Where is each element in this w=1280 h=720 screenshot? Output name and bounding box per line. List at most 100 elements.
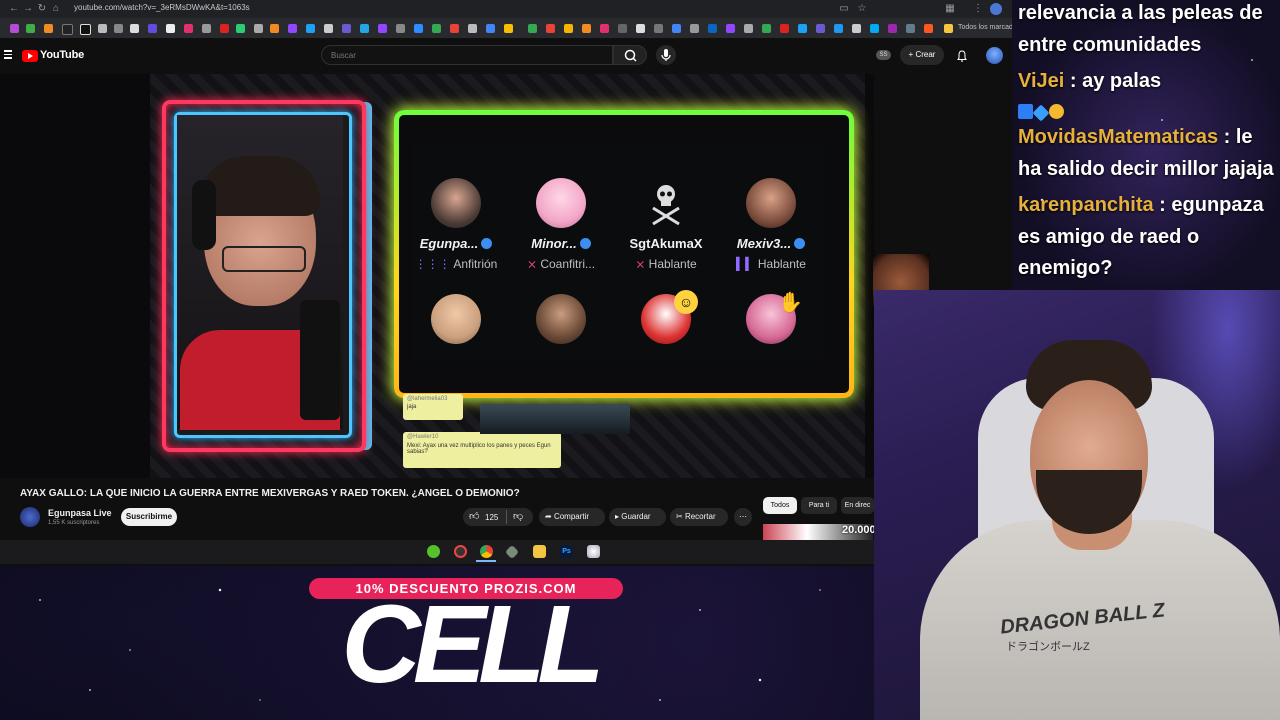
bookmark-icon[interactable] [852, 24, 861, 33]
bookmark-icon[interactable] [114, 24, 123, 33]
chip-for-you[interactable]: Para ti [801, 497, 837, 514]
bookmark-icon[interactable] [306, 24, 315, 33]
bookmark-icon[interactable] [166, 24, 175, 33]
create-button[interactable]: + Crear [900, 45, 944, 65]
youtube-logo-icon[interactable] [22, 50, 38, 62]
bookmark-icon[interactable] [636, 24, 645, 33]
subscribe-button[interactable]: Suscribirme [121, 508, 177, 526]
notifications-bell-icon[interactable] [956, 49, 968, 62]
bookmark-icon[interactable] [708, 24, 717, 33]
star-icon[interactable]: ☆ [856, 3, 868, 15]
chrome-icon[interactable] [480, 545, 493, 558]
forward-icon[interactable]: → [22, 3, 34, 15]
bookmark-icon[interactable] [888, 24, 897, 33]
chip-all[interactable]: Todos [763, 497, 797, 514]
bookmark-icon[interactable] [450, 24, 459, 33]
home-icon[interactable]: ⌂ [50, 3, 62, 15]
bookmark-icon[interactable] [528, 24, 537, 33]
chip-live[interactable]: En direc [841, 497, 874, 514]
app-icon[interactable] [587, 545, 600, 558]
save-button[interactable]: ▸ Guardar [609, 508, 666, 526]
bookmark-icon[interactable] [360, 24, 369, 33]
bookmark-icon[interactable] [618, 24, 627, 33]
back-icon[interactable]: ← [8, 3, 20, 15]
bookmark-icon[interactable] [80, 24, 91, 35]
bookmark-icon[interactable] [414, 24, 423, 33]
muted-mic-icon: ⨯ [635, 257, 649, 271]
bookmark-icon[interactable] [202, 24, 211, 33]
participant-avatar [431, 294, 481, 344]
like-button[interactable]: 👍︎ [469, 510, 479, 522]
bookmark-icon[interactable] [44, 24, 53, 33]
ss-badge[interactable]: SS [876, 50, 891, 60]
bookmark-icon[interactable] [98, 24, 107, 33]
bookmark-icon[interactable] [62, 24, 73, 35]
more-actions-button[interactable]: ⋯ [734, 508, 752, 526]
bookmark-icon[interactable] [906, 24, 915, 33]
photoshop-icon[interactable]: Ps [560, 545, 573, 558]
waveform-icon: ⋮⋮⋮ [414, 257, 454, 271]
bookmark-icon[interactable] [10, 24, 19, 33]
bookmark-icon[interactable] [148, 24, 157, 33]
bookmark-icon[interactable] [834, 24, 843, 33]
bookmark-icon[interactable] [744, 24, 753, 33]
bookmark-icon[interactable] [486, 24, 495, 33]
profile-icon[interactable] [990, 3, 1002, 15]
bookmark-icon[interactable] [26, 24, 35, 33]
bookmark-icon[interactable] [924, 24, 933, 33]
share-button[interactable]: ➦ Compartir [539, 508, 605, 526]
folder-icon[interactable] [944, 24, 953, 33]
bookmark-icon[interactable] [254, 24, 263, 33]
channel-avatar[interactable] [20, 507, 40, 527]
bookmark-icon[interactable] [654, 24, 663, 33]
bookmark-icon[interactable] [288, 24, 297, 33]
hamburger-menu-icon[interactable] [4, 50, 12, 61]
search-button[interactable] [613, 45, 647, 65]
reload-icon[interactable]: ↻ [36, 3, 48, 15]
spotify-icon[interactable] [427, 545, 440, 558]
bookmark-icon[interactable] [504, 24, 513, 33]
bookmark-icon[interactable] [130, 24, 139, 33]
voice-search-button[interactable] [656, 45, 676, 65]
bookmark-icon[interactable] [690, 24, 699, 33]
search-input[interactable]: Buscar [321, 45, 613, 65]
bookmark-icon[interactable] [342, 24, 351, 33]
bookmark-icon[interactable] [546, 24, 555, 33]
bookmark-icon[interactable] [780, 24, 789, 33]
bookmark-icon[interactable] [324, 24, 333, 33]
bookmark-icon[interactable] [870, 24, 879, 33]
bookmark-icon[interactable] [582, 24, 591, 33]
bookmark-icon[interactable] [672, 24, 681, 33]
bookmark-icon[interactable] [564, 24, 573, 33]
bookmark-icon[interactable] [468, 24, 477, 33]
bookmark-icon[interactable] [378, 24, 387, 33]
file-explorer-icon[interactable] [533, 545, 546, 558]
extensions-icon[interactable]: ▦ [944, 3, 956, 15]
clip-button[interactable]: ✂ Recortar [670, 508, 728, 526]
bookmark-icon[interactable] [220, 24, 229, 33]
bookmark-icon[interactable] [726, 24, 735, 33]
clip-label: Recortar [684, 512, 716, 521]
youtube-logo-text[interactable]: YouTube [40, 49, 84, 61]
channel-name[interactable]: Egunpasa Live [48, 508, 112, 518]
bookmark-icon[interactable] [762, 24, 771, 33]
bookmark-icon[interactable] [600, 24, 609, 33]
obs-icon[interactable] [454, 545, 467, 558]
thumbnail-badge: 20.000 [842, 524, 876, 536]
dislike-button[interactable]: 👎︎ [513, 510, 523, 522]
cast-icon[interactable]: ▭ [838, 3, 850, 15]
bookmark-icon[interactable] [184, 24, 193, 33]
bookmark-icon[interactable] [270, 24, 279, 33]
bookmark-icon[interactable] [798, 24, 807, 33]
bookmark-icon[interactable] [396, 24, 405, 33]
user-avatar[interactable] [986, 47, 1003, 64]
bookmark-icon[interactable] [816, 24, 825, 33]
bookmark-icon[interactable] [432, 24, 441, 33]
chat-bubble: @Hawler10 Mexi: Ayax una vez multiplico … [403, 432, 561, 468]
studio-equipment [480, 404, 630, 434]
url-text[interactable]: youtube.com/watch?v=_3eRMsDWwKA&t=1063s [74, 3, 250, 12]
bookmark-icon[interactable] [236, 24, 245, 33]
menu-dots-icon[interactable]: ⋮ [972, 3, 984, 15]
chat-line: MovidasMatematicas : le [1018, 126, 1253, 148]
participant-role: ⨯ Hablante [635, 257, 697, 271]
